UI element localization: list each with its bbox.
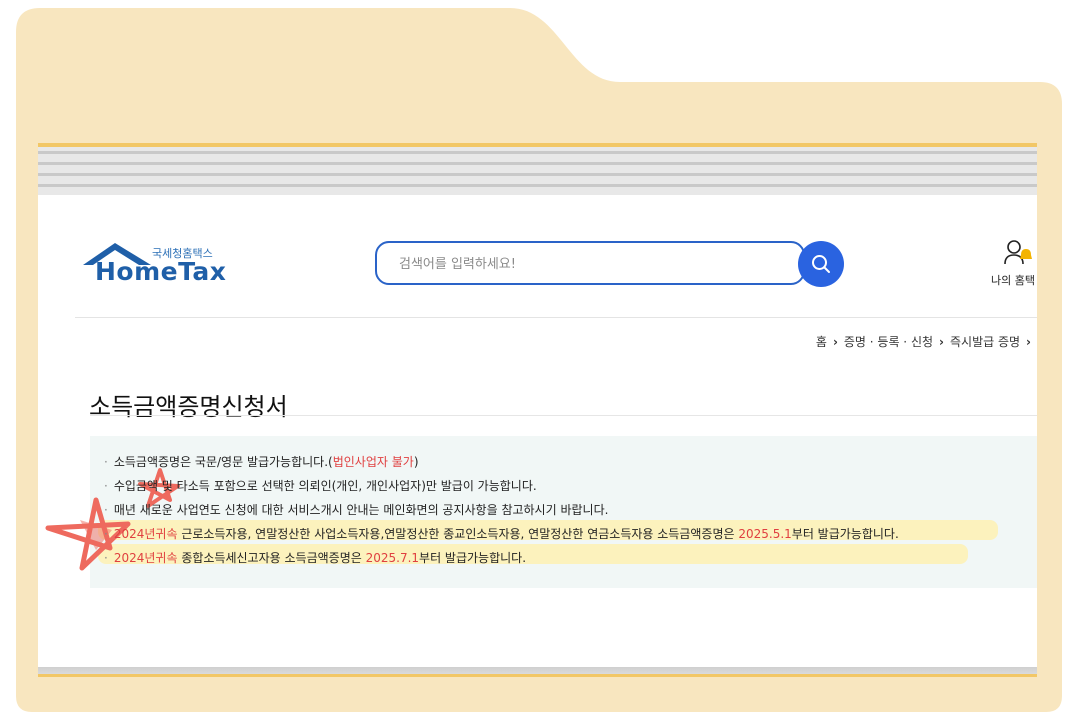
breadcrumb: 홈 › 증명 · 등록 · 신청 › 즉시발급 증명 › xyxy=(816,333,1037,350)
notice-item: · 소득금액증명은 국문/영문 발급가능합니다.(법인사업자 불가) xyxy=(104,455,419,469)
header-divider xyxy=(75,317,1037,318)
breadcrumb-certificate[interactable]: 증명 · 등록 · 신청 xyxy=(844,335,933,349)
browser-screenshot: 국세청홈택스 HomeTax 나의 홈택 홈 › 증명 · 등록 · 신청 › 즉시발급… xyxy=(38,143,1037,677)
notice-item: · 매년 새로운 사업연도 신청에 대한 서비스개시 안내는 메인화면의 공지사항… xyxy=(104,503,609,517)
chevron-right-icon: › xyxy=(939,335,944,349)
notice-box: · 소득금액증명은 국문/영문 발급가능합니다.(법인사업자 불가) · 수입금액 … xyxy=(90,436,1037,588)
my-hometax-button[interactable]: 나의 홈택 xyxy=(988,239,1037,289)
bottom-stripe-bar xyxy=(38,667,1037,677)
breadcrumb-home[interactable]: 홈 xyxy=(816,335,827,349)
title-divider xyxy=(90,415,1037,416)
search-icon xyxy=(812,255,830,273)
logo-text: HomeTax xyxy=(95,257,227,286)
breadcrumb-instant-issue[interactable]: 즉시발급 증명 xyxy=(950,335,1020,349)
page-title: 소득금액증명신청서 xyxy=(89,393,288,422)
notice-item: · 2024년귀속 종합소득세신고자용 소득금액증명은 2025.7.1부터 발급… xyxy=(104,551,527,565)
search-button[interactable] xyxy=(798,241,844,287)
search-input[interactable] xyxy=(397,243,791,285)
my-hometax-label: 나의 홈택 xyxy=(991,274,1035,287)
search-box xyxy=(375,241,805,285)
notice-item: · 수입금액 및 타소득 포함으로 선택한 의뢰인(개인, 개인사업자)만 발급이… xyxy=(104,479,537,493)
user-icon xyxy=(1004,240,1032,265)
hometax-logo[interactable]: 국세청홈택스 HomeTax xyxy=(81,239,231,289)
top-stripe-bar xyxy=(38,143,1037,195)
bell-icon xyxy=(1020,249,1032,259)
chevron-right-icon: › xyxy=(1026,335,1031,349)
notice-item: · 2024년귀속 근로소득자용, 연말정산한 사업소득자용,연말정산한 종교인소… xyxy=(104,527,899,541)
chevron-right-icon: › xyxy=(832,335,838,349)
